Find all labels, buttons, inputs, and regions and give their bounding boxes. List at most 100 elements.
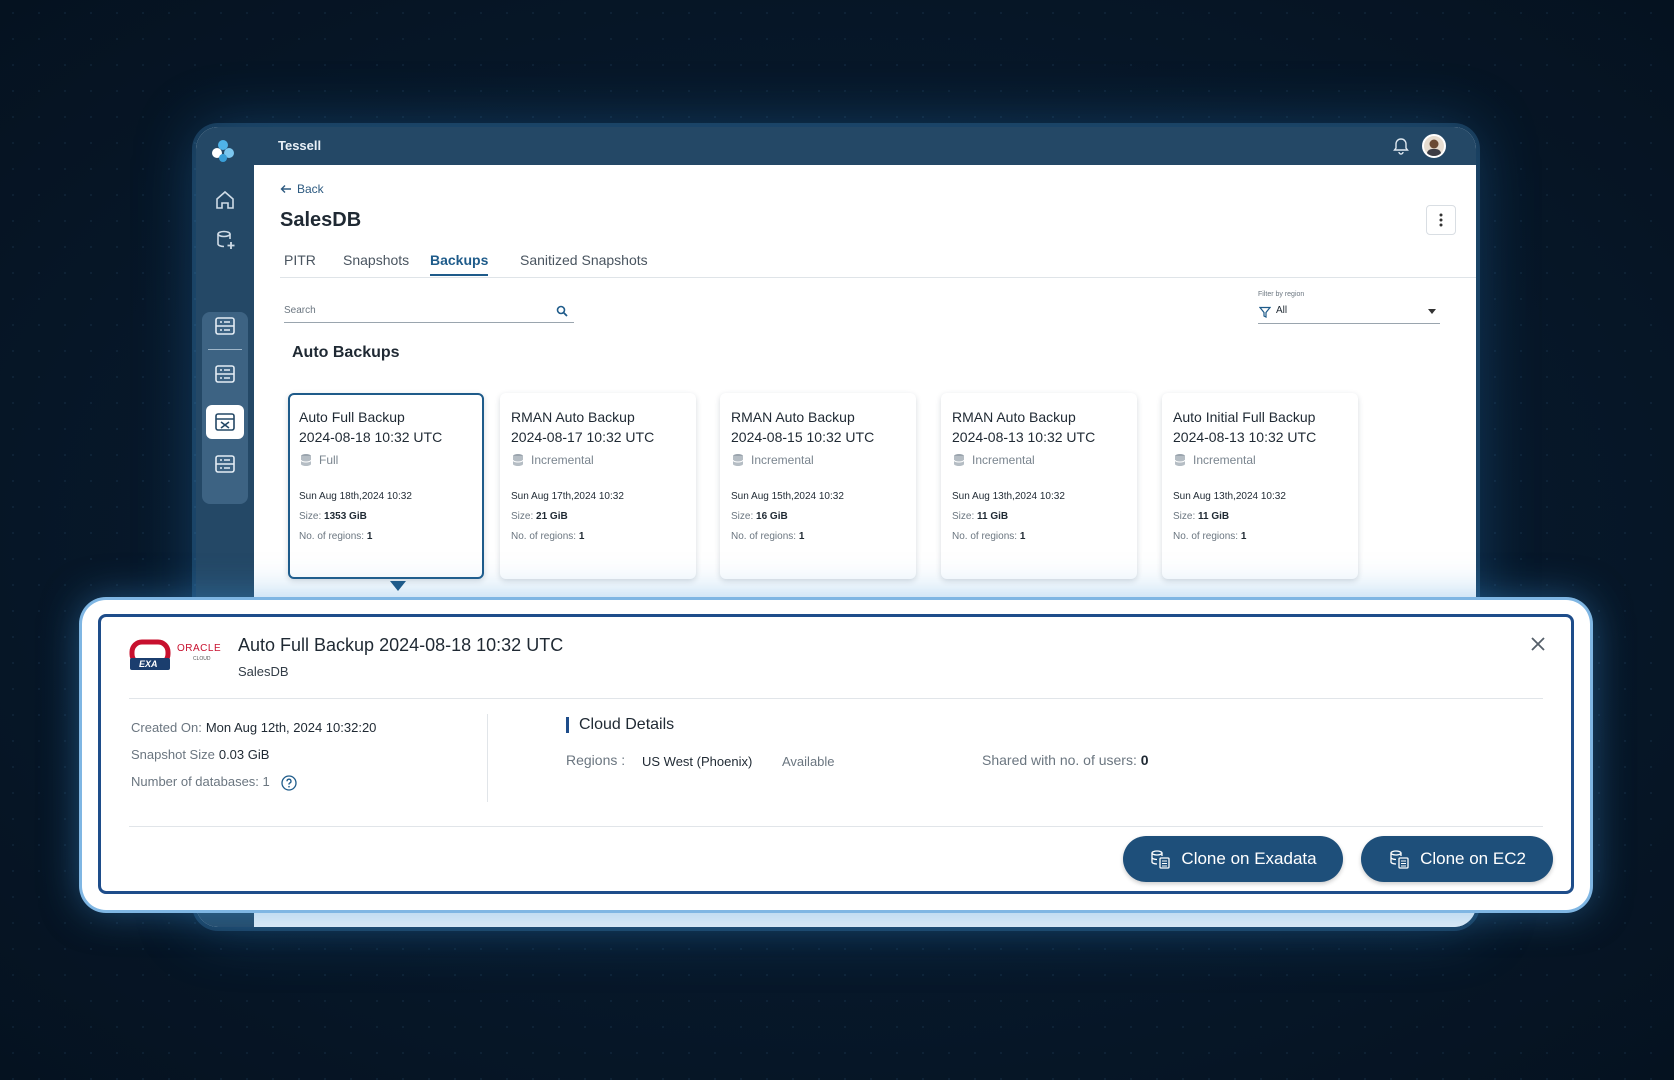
add-database-icon[interactable] (213, 228, 237, 252)
card-regions-label: No. of regions: (511, 531, 577, 542)
backup-card[interactable]: RMAN Auto Backup 2024-08-13 10:32 UTC In… (941, 393, 1137, 579)
bell-icon[interactable] (1392, 137, 1410, 155)
clone-on-exadata-button[interactable]: Clone on Exadata (1123, 836, 1343, 882)
card-meta: Sun Aug 17th,2024 10:32 Size: 21 GiB No.… (511, 487, 685, 547)
card-meta: Sun Aug 18th,2024 10:32 Size: 1353 GiB N… (299, 487, 473, 547)
avatar[interactable] (1422, 134, 1446, 158)
tab-pitr[interactable]: PITR (284, 252, 316, 274)
card-type: Full (299, 453, 473, 467)
num-databases-row: Number of databases: 1 (131, 774, 298, 791)
backup-card[interactable]: Auto Initial Full Backup 2024-08-13 10:3… (1162, 393, 1358, 579)
table-icon[interactable] (213, 362, 237, 386)
backup-icon (215, 413, 235, 431)
region-filter-select[interactable]: Filter by region All (1258, 291, 1440, 324)
card-timestamp: 2024-08-15 10:32 UTC (731, 429, 875, 445)
cloud-details-heading: Cloud Details (566, 717, 674, 733)
num-db-value: 1 (262, 774, 270, 789)
card-date: Sun Aug 17th,2024 10:32 (511, 491, 624, 502)
sidebar-divider (208, 349, 242, 350)
divider (129, 826, 1543, 827)
database-icon (1174, 454, 1186, 466)
tab-backups[interactable]: Backups (430, 252, 489, 276)
close-button[interactable] (1531, 631, 1545, 657)
backup-card[interactable]: RMAN Auto Backup 2024-08-17 10:32 UTC In… (500, 393, 696, 579)
snapshot-size-row: Snapshot Size 0.03 GiB (131, 747, 269, 762)
created-value: Mon Aug 12th, 2024 10:32:20 (205, 720, 377, 735)
oracle-label: ORACLE (177, 643, 222, 654)
clone-database-icon (1151, 850, 1171, 869)
filter-icon (1259, 306, 1271, 318)
database-list-icon[interactable] (213, 452, 237, 476)
backup-detail-card: EXA ORACLE CLOUD Auto Full Backup 2024-0… (98, 614, 1574, 894)
card-title: RMAN Auto Backup (952, 409, 1076, 425)
card-timestamp: 2024-08-13 10:32 UTC (1173, 429, 1317, 445)
oracle-exadata-logo: EXA ORACLE CLOUD (129, 637, 239, 679)
tab-snapshots[interactable]: Snapshots (343, 252, 409, 274)
card-type-label: Incremental (751, 453, 814, 467)
database-icon (300, 454, 312, 466)
detail-subtitle: SalesDB (238, 664, 289, 679)
card-timestamp: 2024-08-13 10:32 UTC (952, 429, 1096, 445)
card-type-label: Incremental (972, 453, 1035, 467)
card-title: RMAN Auto Backup (731, 409, 855, 425)
card-date: Sun Aug 13th,2024 10:32 (952, 491, 1065, 502)
section-title: Auto Backups (292, 344, 400, 361)
card-date: Sun Aug 15th,2024 10:32 (731, 491, 844, 502)
backup-card[interactable]: Auto Full Backup 2024-08-18 10:32 UTC Fu… (288, 393, 484, 579)
tessell-logo-icon[interactable] (210, 138, 236, 164)
shared-users-row: Shared with no. of users: 0 (982, 752, 1149, 768)
card-regions: 1 (366, 531, 373, 542)
back-link[interactable]: Back (280, 182, 324, 196)
card-regions: 1 (578, 531, 585, 542)
card-type: Incremental (1173, 453, 1347, 467)
shared-label: Shared with no. of users: (982, 752, 1137, 768)
card-size: 11 GiB (1198, 511, 1230, 522)
database-icon (732, 454, 744, 466)
card-type-label: Full (319, 453, 339, 467)
created-on-row: Created On: Mon Aug 12th, 2024 10:32:20 (131, 720, 376, 735)
search-placeholder: Search (284, 305, 316, 316)
backup-detail-panel: EXA ORACLE CLOUD Auto Full Backup 2024-0… (82, 600, 1590, 910)
card-meta: Sun Aug 13th,2024 10:32 Size: 11 GiB No.… (1173, 487, 1347, 547)
regions-label: Regions : (566, 752, 626, 768)
card-date: Sun Aug 18th,2024 10:32 (299, 491, 412, 502)
num-db-label: Number of databases: (131, 774, 259, 789)
filter-value: All (1276, 305, 1288, 316)
clone-ec2-label: Clone on EC2 (1420, 849, 1526, 868)
shared-value: 0 (1140, 752, 1149, 768)
card-title: Auto Initial Full Backup (1173, 409, 1316, 425)
selection-pointer (390, 581, 406, 591)
card-title: RMAN Auto Backup (511, 409, 635, 425)
divider (129, 698, 1543, 699)
cloud-label: CLOUD (193, 656, 211, 662)
created-label: Created On: (131, 720, 202, 735)
top-bar: Tessell (196, 127, 1476, 165)
kebab-icon (1439, 213, 1443, 227)
sidebar-item-backups[interactable] (206, 405, 244, 439)
help-icon[interactable] (281, 774, 298, 791)
card-size: 1353 GiB (324, 511, 367, 522)
card-title: Auto Full Backup (299, 409, 405, 425)
more-options-button[interactable] (1426, 205, 1456, 235)
card-regions: 1 (1019, 531, 1026, 542)
region-status: Available (782, 754, 835, 769)
card-regions: 1 (798, 531, 805, 542)
card-size-label: Size: (952, 511, 975, 522)
card-size: 21 GiB (536, 511, 568, 522)
card-meta: Sun Aug 15th,2024 10:32 Size: 16 GiB No.… (731, 487, 905, 547)
tab-sanitized-snapshots[interactable]: Sanitized Snapshots (520, 252, 648, 274)
search-input[interactable]: Search (284, 303, 574, 323)
user-avatar-icon (1427, 139, 1441, 156)
card-size-label: Size: (731, 511, 754, 522)
card-regions-label: No. of regions: (952, 531, 1018, 542)
clone-on-ec2-button[interactable]: Clone on EC2 (1361, 836, 1553, 882)
snapshot-size-value: 0.03 GiB (218, 747, 270, 762)
clone-exadata-label: Clone on Exadata (1181, 849, 1317, 868)
list-icon[interactable] (213, 314, 237, 338)
backup-card[interactable]: RMAN Auto Backup 2024-08-15 10:32 UTC In… (720, 393, 916, 579)
filter-label: Filter by region (1258, 291, 1305, 298)
exa-label: EXA (139, 659, 158, 669)
home-icon[interactable] (213, 188, 237, 212)
app-title: Tessell (278, 138, 322, 153)
card-type-label: Incremental (1193, 453, 1256, 467)
